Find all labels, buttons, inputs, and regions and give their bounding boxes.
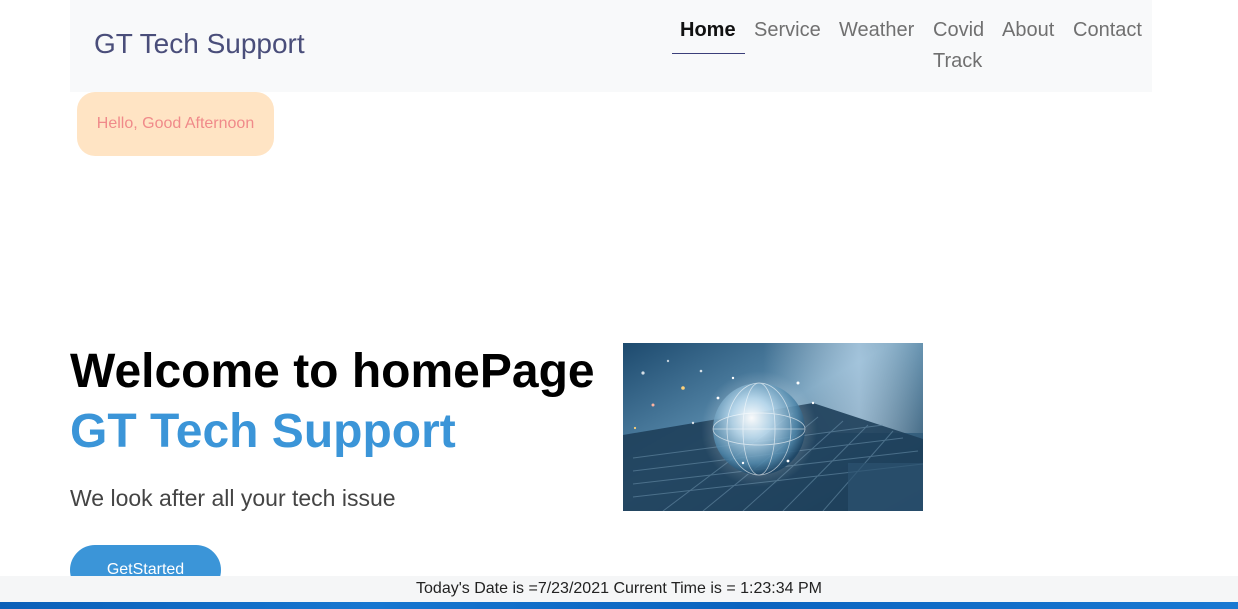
date-time-status: Today's Date is =7/23/2021 Current Time … xyxy=(0,576,1238,602)
nav-item-weather[interactable]: Weather xyxy=(839,15,914,46)
page: GT Tech Support Home Service Weather Cov… xyxy=(0,0,1238,609)
greeting-badge: Hello, Good Afternoon xyxy=(77,92,274,156)
navbar: GT Tech Support Home Service Weather Cov… xyxy=(70,0,1152,92)
hero-subtitle: We look after all your tech issue xyxy=(70,485,396,511)
hero-brand: GT Tech Support xyxy=(70,405,456,458)
hero-image xyxy=(623,343,923,511)
nav-item-about[interactable]: About xyxy=(1002,15,1054,46)
hero-title: Welcome to homePage xyxy=(70,345,595,398)
nav-item-service[interactable]: Service xyxy=(754,15,821,46)
nav-item-contact[interactable]: Contact xyxy=(1073,15,1142,46)
nav-item-home[interactable]: Home xyxy=(672,15,745,54)
brand-link[interactable]: GT Tech Support xyxy=(94,28,305,60)
nav-item-covid-track[interactable]: Covid Track xyxy=(933,15,993,77)
taskbar-strip xyxy=(0,602,1238,609)
nav-menu: Home Service Weather Covid Track About C… xyxy=(672,15,1152,85)
